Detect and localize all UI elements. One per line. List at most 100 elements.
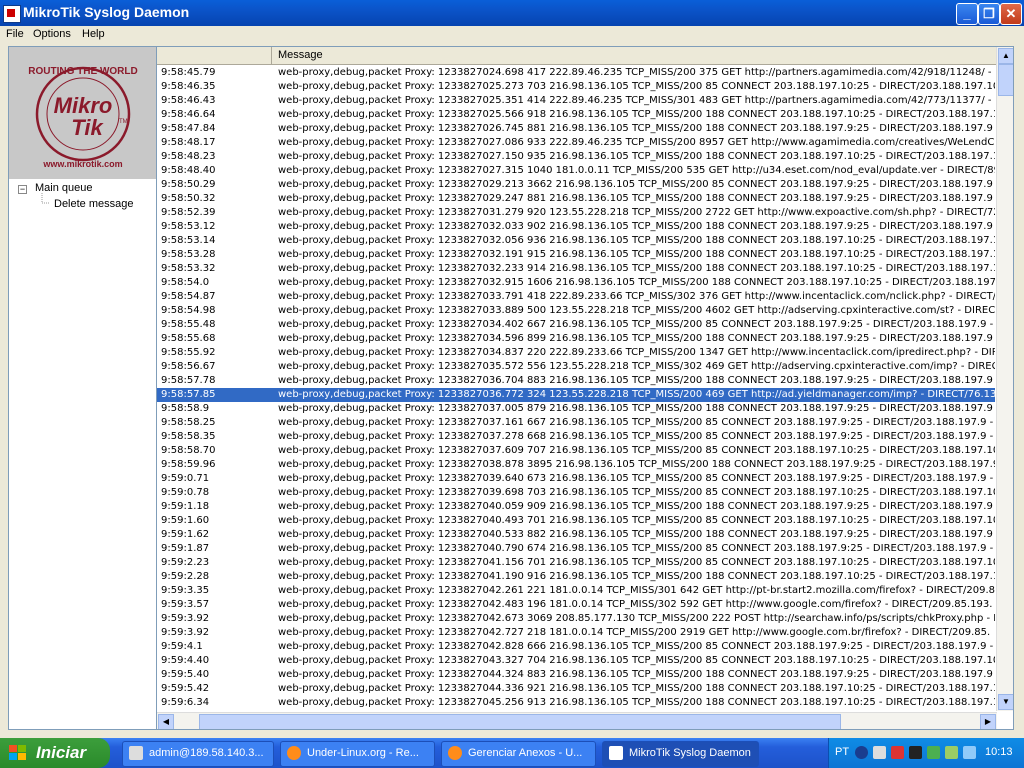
table-row[interactable]: 9:58:53.32 web-proxy,debug,packet Proxy: … (157, 262, 995, 276)
table-row[interactable]: 9:58:46.35 web-proxy,debug,packet Proxy: … (157, 80, 995, 94)
table-row[interactable]: 9:59:4.40 web-proxy,debug,packet Proxy: 1… (157, 654, 995, 668)
horizontal-scrollbar[interactable]: ◀ ▶ (157, 712, 997, 729)
table-row[interactable]: 9:58:54.98 web-proxy,debug,packet Proxy: … (157, 304, 995, 318)
table-row[interactable]: 9:58:55.48 web-proxy,debug,packet Proxy: … (157, 318, 995, 332)
row-message: web-proxy,debug,packet Proxy: 1233827041… (278, 557, 995, 568)
network-icon[interactable] (873, 746, 886, 759)
scroll-down-icon[interactable]: ▼ (998, 694, 1013, 710)
table-row[interactable]: 9:59:3.92 web-proxy,debug,packet Proxy: 1… (157, 612, 995, 626)
start-button[interactable]: Iniciar (0, 738, 110, 768)
table-row[interactable]: 9:59:3.57 web-proxy,debug,packet Proxy: 1… (157, 598, 995, 612)
firefox-icon (287, 746, 301, 760)
table-row[interactable]: 9:58:59.96 web-proxy,debug,packet Proxy: … (157, 458, 995, 472)
task-ssh-session[interactable]: admin@189.58.140.3... (122, 741, 274, 767)
table-row[interactable]: 9:58:58.9 web-proxy,debug,packet Proxy: 1… (157, 402, 995, 416)
column-separator[interactable] (271, 47, 272, 64)
table-row[interactable]: 9:58:53.14 web-proxy,debug,packet Proxy: … (157, 234, 995, 248)
table-row[interactable]: 9:59:1.62 web-proxy,debug,packet Proxy: 1… (157, 528, 995, 542)
task-firefox-under-linux[interactable]: Under-Linux.org - Re... (280, 741, 435, 767)
table-row[interactable]: 9:59:1.18 web-proxy,debug,packet Proxy: 1… (157, 500, 995, 514)
antivirus-icon[interactable] (891, 746, 904, 759)
table-row[interactable]: 9:58:45.79 web-proxy,debug,packet Proxy: … (157, 66, 995, 80)
row-time: 9:59:2.28 (161, 571, 210, 582)
row-time: 9:59:3.92 (161, 613, 210, 624)
table-row[interactable]: 9:58:48.17 web-proxy,debug,packet Proxy: … (157, 136, 995, 150)
table-row[interactable]: 9:58:47.84 web-proxy,debug,packet Proxy: … (157, 122, 995, 136)
system-tray: PT 10:13 (828, 738, 1024, 768)
menu-options[interactable]: Options (33, 28, 71, 40)
row-time: 9:58:57.85 (161, 389, 216, 400)
table-row[interactable]: 9:58:50.29 web-proxy,debug,packet Proxy: … (157, 178, 995, 192)
tool-icon[interactable] (909, 746, 922, 759)
table-row[interactable]: 9:58:57.85 web-proxy,debug,packet Proxy: … (157, 388, 995, 402)
scroll-right-icon[interactable]: ▶ (980, 714, 996, 729)
maximize-button[interactable]: ❐ (978, 3, 1000, 25)
row-message: web-proxy,debug,packet Proxy: 1233827025… (278, 95, 995, 106)
row-time: 9:59:1.60 (161, 515, 210, 526)
row-message: web-proxy,debug,packet Proxy: 1233827040… (278, 501, 993, 512)
table-row[interactable]: 9:58:53.28 web-proxy,debug,packet Proxy: … (157, 248, 995, 262)
table-row[interactable]: 9:58:52.39 web-proxy,debug,packet Proxy: … (157, 206, 995, 220)
clock[interactable]: 10:13 (985, 746, 1013, 758)
title-bar[interactable]: MikroTik Syslog Daemon _ ❐ ✕ (0, 0, 1024, 26)
table-row[interactable]: 9:58:56.67 web-proxy,debug,packet Proxy: … (157, 360, 995, 374)
row-time: 9:58:58.9 (161, 403, 210, 414)
table-row[interactable]: 9:59:1.60 web-proxy,debug,packet Proxy: 1… (157, 514, 995, 528)
table-row[interactable]: 9:58:58.25 web-proxy,debug,packet Proxy: … (157, 416, 995, 430)
tray-expand-icon[interactable] (855, 746, 868, 759)
connection-icon[interactable] (945, 746, 958, 759)
table-row[interactable]: 9:58:57.78 web-proxy,debug,packet Proxy: … (157, 374, 995, 388)
row-time: 9:59:3.92 (161, 627, 210, 638)
scroll-up-icon[interactable]: ▲ (998, 48, 1013, 64)
row-message: web-proxy,debug,packet Proxy: 1233827032… (278, 263, 995, 274)
tree-item-delete-message[interactable]: Delete message (54, 198, 134, 210)
table-row[interactable]: 9:58:46.64 web-proxy,debug,packet Proxy: … (157, 108, 995, 122)
menu-file[interactable]: File (6, 28, 24, 40)
table-row[interactable]: 9:58:48.23 web-proxy,debug,packet Proxy: … (157, 150, 995, 164)
row-message: web-proxy,debug,packet Proxy: 1233827040… (278, 515, 995, 526)
task-mikrotik-syslog[interactable]: MikroTik Syslog Daemon (602, 741, 759, 767)
table-row[interactable]: 9:58:58.70 web-proxy,debug,packet Proxy: … (157, 444, 995, 458)
horizontal-scroll-thumb[interactable] (199, 714, 841, 729)
table-row[interactable]: 9:58:55.68 web-proxy,debug,packet Proxy: … (157, 332, 995, 346)
close-button[interactable]: ✕ (1000, 3, 1022, 25)
row-time: 9:58:47.84 (161, 123, 216, 134)
security-icon[interactable] (927, 746, 940, 759)
left-pane: ROUTING THE WORLD Mikro Tik TM www.mikro… (8, 46, 157, 730)
table-row[interactable]: 9:59:3.35 web-proxy,debug,packet Proxy: 1… (157, 584, 995, 598)
table-row[interactable]: 9:59:5.40 web-proxy,debug,packet Proxy: 1… (157, 668, 995, 682)
scroll-left-icon[interactable]: ◀ (158, 714, 174, 729)
row-time: 9:58:56.67 (161, 361, 216, 372)
row-time: 9:58:58.35 (161, 431, 216, 442)
table-row[interactable]: 9:58:53.12 web-proxy,debug,packet Proxy: … (157, 220, 995, 234)
table-row[interactable]: 9:59:2.28 web-proxy,debug,packet Proxy: 1… (157, 570, 995, 584)
table-row[interactable]: 9:59:1.87 web-proxy,debug,packet Proxy: 1… (157, 542, 995, 556)
language-indicator[interactable]: PT (835, 746, 849, 758)
task-firefox-anexos[interactable]: Gerenciar Anexos - U... (441, 741, 596, 767)
table-row[interactable]: 9:59:3.92 web-proxy,debug,packet Proxy: 1… (157, 626, 995, 640)
vertical-scrollbar[interactable]: ▲ ▼ (996, 47, 1013, 711)
table-row[interactable]: 9:59:5.42 web-proxy,debug,packet Proxy: 1… (157, 682, 995, 696)
table-row[interactable]: 9:58:54.87 web-proxy,debug,packet Proxy: … (157, 290, 995, 304)
message-list[interactable]: Message 9:58:45.79 web-proxy,debug,packet… (156, 46, 1014, 730)
row-time: 9:59:3.35 (161, 585, 210, 596)
column-header-message[interactable]: Message (278, 49, 323, 61)
table-row[interactable]: 9:59:0.71 web-proxy,debug,packet Proxy: 1… (157, 472, 995, 486)
table-row[interactable]: 9:58:48.40 web-proxy,debug,packet Proxy: … (157, 164, 995, 178)
menu-help[interactable]: Help (82, 28, 105, 40)
table-row[interactable]: 9:58:46.43 web-proxy,debug,packet Proxy: … (157, 94, 995, 108)
table-row[interactable]: 9:59:4.1 web-proxy,debug,packet Proxy: 12… (157, 640, 995, 654)
logo-top-text: ROUTING THE WORLD (28, 66, 137, 77)
volume-icon[interactable] (963, 746, 976, 759)
table-row[interactable]: 9:59:6.34 web-proxy,debug,packet Proxy: 1… (157, 696, 995, 710)
table-row[interactable]: 9:59:2.23 web-proxy,debug,packet Proxy: 1… (157, 556, 995, 570)
table-row[interactable]: 9:58:50.32 web-proxy,debug,packet Proxy: … (157, 192, 995, 206)
table-row[interactable]: 9:58:58.35 web-proxy,debug,packet Proxy: … (157, 430, 995, 444)
table-row[interactable]: 9:59:0.78 web-proxy,debug,packet Proxy: 1… (157, 486, 995, 500)
table-row[interactable]: 9:58:55.92 web-proxy,debug,packet Proxy: … (157, 346, 995, 360)
row-message: web-proxy,debug,packet Proxy: 1233827027… (278, 137, 995, 148)
row-message: web-proxy,debug,packet Proxy: 1233827033… (278, 305, 995, 316)
table-row[interactable]: 9:58:54.0 web-proxy,debug,packet Proxy: 1… (157, 276, 995, 290)
vertical-scroll-thumb[interactable] (998, 64, 1013, 96)
minimize-button[interactable]: _ (956, 3, 978, 25)
